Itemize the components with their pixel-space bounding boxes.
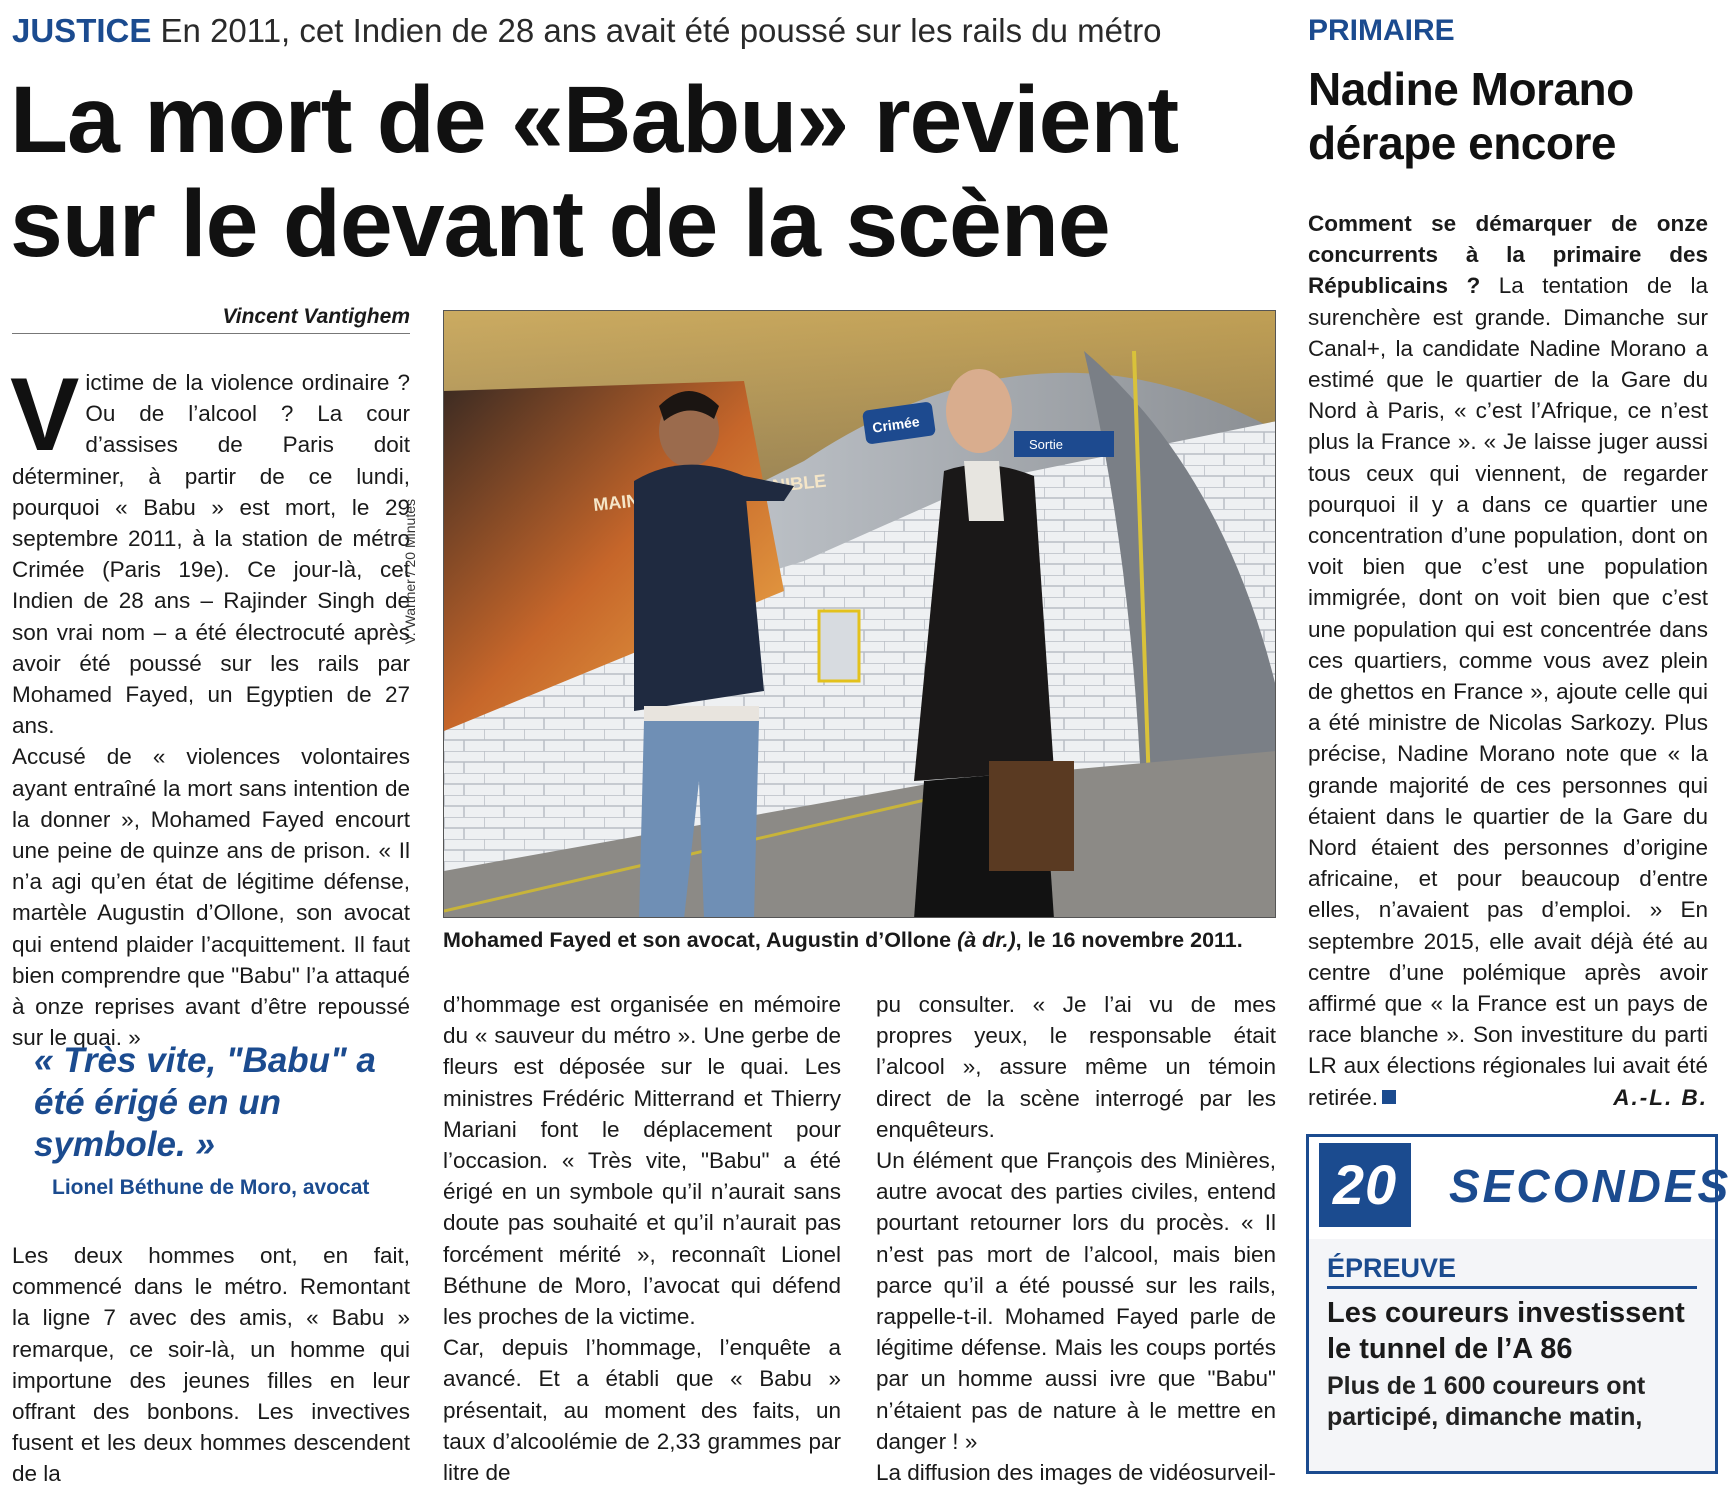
paragraph: pu consulter. « Je l’ai vu de mes propre…	[876, 992, 1276, 1142]
sidebar-tag: PRIMAIRE	[1308, 14, 1455, 47]
sidebar-body: Comment se démarquer de onze concurrents…	[1308, 208, 1708, 1113]
headline: La mort de «Babu» revient sur le devant …	[10, 68, 1300, 276]
caption-italic: (à dr.)	[957, 928, 1016, 952]
brief-tag: ÉPREUVE	[1327, 1253, 1697, 1289]
pull-quote: « Très vite, "Babu" a été érigé en un sy…	[34, 1041, 376, 1164]
photo-caption: Mohamed Fayed et son avocat, Augustin d’…	[443, 928, 1276, 953]
brief-content: ÉPREUVE Les coureurs investissent le tun…	[1309, 1239, 1715, 1433]
section-tag: JUSTICE	[12, 12, 152, 49]
paragraph: Les deux hommes ont, en fait, commencé d…	[12, 1243, 410, 1487]
article-kicker: JUSTICE En 2011, cet Indien de 28 ans av…	[12, 12, 1162, 50]
brief-text: Plus de 1 600 coureurs ont participé, di…	[1327, 1372, 1646, 1431]
brief-box-header: 20 SECONDES	[1309, 1137, 1728, 1239]
drop-cap: V	[10, 357, 80, 473]
article-column-3: pu consulter. « Je l’ai vu de mes propre…	[876, 989, 1276, 1488]
paragraph: Accusé de « violences volontaires ayant …	[12, 744, 410, 1051]
sidebar-text: La tentation de la surenchère est grande…	[1308, 273, 1709, 1110]
brief-word: SECONDES	[1449, 1160, 1728, 1212]
article-photo: MAINTENANT DISPONIBLE Crimée Sortie	[443, 310, 1276, 918]
paragraph: Un élément que François des Minières, au…	[876, 1148, 1276, 1454]
sidebar-title: Nadine Morano dérape encore	[1308, 63, 1634, 169]
end-square-icon	[1382, 1089, 1397, 1104]
metro-scene-illustration: MAINTENANT DISPONIBLE Crimée Sortie	[444, 311, 1275, 917]
kicker-text: En 2011, cet Indien de 28 ans avait été …	[160, 12, 1162, 49]
direction-sign: Sortie	[1029, 437, 1063, 452]
caption-date: , le 16 novembre 2011.	[1015, 928, 1243, 952]
brief-box: 20 SECONDES ÉPREUVE Les coureurs investi…	[1306, 1134, 1728, 1474]
paragraph: d’hommage est organisée en mémoire du « …	[443, 992, 841, 1330]
byline-rule	[12, 333, 410, 334]
article-column-1: Victime de la violence ordinaire ? Ou de…	[10, 357, 410, 1053]
article-column-1-continued: Les deux hommes ont, en fait, commencé d…	[12, 1240, 410, 1490]
sidebar-signature: A.-L. B.	[1613, 1084, 1708, 1110]
pull-quote-author: Lionel Béthune de Moro, avocat	[52, 1176, 370, 1199]
byline: Vincent Vantighem	[222, 305, 410, 328]
caption-text: Mohamed Fayed et son avocat, Augustin d’…	[443, 928, 958, 952]
paragraph: Car, depuis l’hommage, l’enquête a avanc…	[443, 1335, 841, 1486]
photo-credit: V. Wartner / 20 Minutes	[402, 499, 418, 645]
headline-line-1: La mort de «Babu» revient	[10, 67, 1179, 173]
brief-title: Les coureurs investissent le tunnel de l…	[1327, 1297, 1685, 1365]
paragraph: Comment se démarquer de onze concurrents…	[1308, 208, 1708, 1113]
headline-line-2: sur le devant de la scène	[10, 171, 1111, 277]
brief-number: 20	[1319, 1143, 1411, 1227]
article-column-2: d’hommage est organisée en mémoire du « …	[443, 989, 841, 1488]
paragraph: Victime de la violence ordinaire ? Ou de…	[10, 357, 410, 741]
